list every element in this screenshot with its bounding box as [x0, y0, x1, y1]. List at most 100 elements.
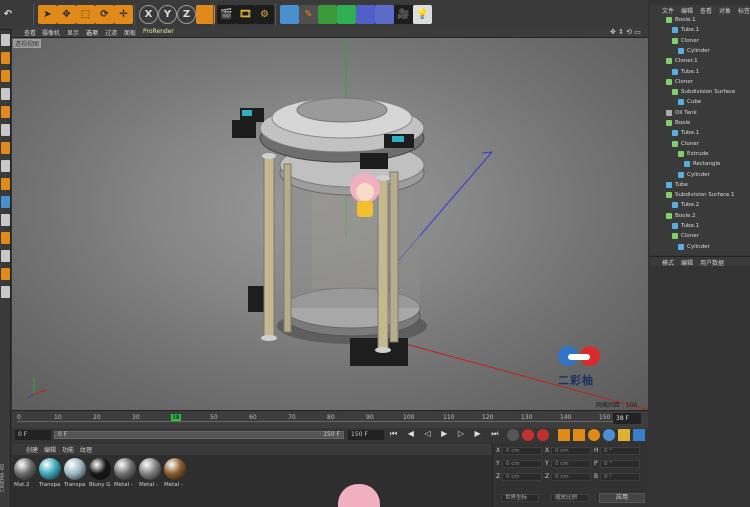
object-tree-item[interactable]: Tube.1	[672, 67, 699, 77]
menu-tags[interactable]: 标签	[738, 6, 750, 15]
object-tree-item[interactable]: Rectangle	[684, 159, 720, 169]
menu-edit[interactable]: 编辑	[44, 445, 56, 454]
floor-icon[interactable]	[375, 5, 394, 24]
timeline-menu-icon[interactable]	[633, 429, 645, 441]
pen-icon[interactable]: ✎	[299, 5, 318, 24]
object-tree-item[interactable]: Tube.1	[672, 128, 699, 138]
add-icon[interactable]: ✛	[114, 5, 133, 24]
object-tree-item[interactable]: Tube.2	[672, 200, 699, 210]
material-swatch[interactable]	[114, 458, 136, 480]
playback-controls[interactable]: ⏮ ◀ ◁ ▶ ▷ ▶ ⏭	[390, 429, 502, 439]
object-tree-item[interactable]: Extrude	[678, 149, 709, 159]
object-tree-item[interactable]: Cylinder	[678, 46, 710, 56]
object-tree-item[interactable]: Tube.1	[672, 221, 699, 231]
menu-display[interactable]: 显示	[67, 28, 79, 37]
object-tree-item[interactable]: Cloner	[672, 36, 699, 46]
subdivision-icon[interactable]	[318, 5, 337, 24]
menu-edit[interactable]: 编辑	[681, 6, 693, 15]
object-tree-item[interactable]: Cloner.1	[666, 56, 698, 66]
object-tree-item[interactable]: Boole	[666, 118, 690, 128]
current-frame-field[interactable]: 38 F	[613, 413, 641, 424]
menu-camera[interactable]: 摄像机	[42, 28, 60, 37]
start-frame-field[interactable]: 0 F	[15, 430, 51, 440]
rotate-icon[interactable]: ⟳	[95, 5, 114, 24]
key-icon[interactable]	[507, 429, 519, 441]
menu-objects[interactable]: 对象	[719, 6, 731, 15]
texture-mode-icon[interactable]	[1, 70, 10, 82]
locked-workplane-icon[interactable]	[1, 232, 10, 244]
frame-range-slider[interactable]: 0 F 150 F	[54, 431, 344, 439]
polygons-mode-icon[interactable]	[1, 142, 10, 154]
end-frame-field[interactable]: 150 F	[348, 430, 384, 440]
coord-value-field[interactable]: 0 °	[600, 460, 640, 468]
object-tree-item[interactable]: Cloner	[672, 231, 699, 241]
menu-panel[interactable]: 面板	[124, 28, 136, 37]
object-tree-item[interactable]: Subdivision Surface.1	[666, 190, 734, 200]
scale-icon[interactable]: ⬚	[76, 5, 95, 24]
object-tree-item[interactable]: Tube.1	[672, 25, 699, 35]
menu-options[interactable]: 选项	[86, 28, 98, 37]
coord-value-field[interactable]: 0 °	[600, 447, 640, 455]
material-swatch[interactable]	[164, 458, 186, 480]
cube-icon[interactable]	[280, 5, 299, 24]
workplane-icon[interactable]	[1, 88, 10, 100]
pla-key-icon[interactable]	[618, 429, 630, 441]
menu-view[interactable]: 查看	[24, 28, 36, 37]
scale-key-icon[interactable]	[573, 429, 585, 441]
camera-icon[interactable]: 🎥	[394, 5, 413, 24]
menu-view[interactable]: 查看	[700, 6, 712, 15]
coord-value-field[interactable]: 0 cm	[551, 447, 591, 455]
coord-value-field[interactable]: 0 cm	[502, 460, 542, 468]
record-icon[interactable]	[522, 429, 534, 441]
material-swatch[interactable]	[64, 458, 86, 480]
render-view-icon[interactable]: 🎬	[217, 5, 236, 24]
object-tree-item[interactable]: Cylinder	[678, 170, 710, 180]
axis-mode-icon[interactable]	[1, 160, 10, 172]
x-axis-lock[interactable]: X	[139, 5, 158, 24]
move-key-icon[interactable]	[558, 429, 570, 441]
y-axis-lock[interactable]: Y	[158, 5, 177, 24]
material-swatch[interactable]	[139, 458, 161, 480]
timeline-ruler[interactable]: 0 10 20 30 38 50 60 70 80 90 100 110 120…	[12, 410, 648, 428]
move-icon[interactable]: ✥	[57, 5, 76, 24]
undo-icon[interactable]: ↶	[1, 5, 15, 24]
rotate-key-icon[interactable]	[588, 429, 600, 441]
size-mode-select[interactable]: 缩放比例	[551, 494, 589, 502]
coord-value-field[interactable]: 0 cm	[551, 473, 591, 481]
make-editable-icon[interactable]	[1, 34, 10, 46]
object-tree-item[interactable]: Cloner	[666, 77, 693, 87]
deformer-icon[interactable]	[356, 5, 375, 24]
autokey-icon[interactable]	[537, 429, 549, 441]
object-tree-item[interactable]: Boole.1	[666, 15, 696, 25]
object-tree-item[interactable]: Cylinder	[678, 242, 710, 252]
menu-file[interactable]: 文件	[662, 6, 674, 15]
playhead[interactable]: 38	[171, 414, 181, 421]
model-mode-icon[interactable]	[1, 52, 10, 64]
coord-value-field[interactable]: 0 °	[600, 473, 640, 481]
render-picture-icon[interactable]: 🎞	[236, 5, 255, 24]
tweak-mode-icon[interactable]	[1, 178, 10, 190]
render-settings-icon[interactable]: ⚙	[255, 5, 274, 24]
material-swatch[interactable]	[39, 458, 61, 480]
menu-function[interactable]: 功能	[62, 445, 74, 454]
perspective-viewport[interactable]: 透视视图 二彩柚 网格间距: 100	[12, 38, 648, 410]
menu-texture[interactable]: 纹理	[80, 445, 92, 454]
points-mode-icon[interactable]	[1, 106, 10, 118]
coord-mode-select[interactable]: 世界坐标	[501, 494, 539, 502]
object-tree-item[interactable]: Oil Tank	[666, 108, 697, 118]
object-tree-item[interactable]: Subdivision Surface	[672, 87, 735, 97]
sculpt-icon[interactable]	[1, 214, 10, 226]
coord-value-field[interactable]: 0 cm	[551, 460, 591, 468]
object-tree-item[interactable]: Tube	[666, 180, 688, 190]
snap-icon[interactable]	[1, 196, 10, 208]
object-tree-item[interactable]: Cube	[678, 97, 701, 107]
coord-value-field[interactable]: 0 cm	[502, 473, 542, 481]
object-tree-item[interactable]: Cloner	[672, 139, 699, 149]
z-axis-lock[interactable]: Z	[177, 5, 196, 24]
param-key-icon[interactable]	[603, 429, 615, 441]
apply-button[interactable]: 应用	[599, 493, 645, 503]
menu-create[interactable]: 创建	[26, 445, 38, 454]
material-swatch[interactable]	[89, 458, 111, 480]
planar-icon[interactable]	[1, 286, 10, 298]
light-icon[interactable]: 💡	[413, 5, 432, 24]
